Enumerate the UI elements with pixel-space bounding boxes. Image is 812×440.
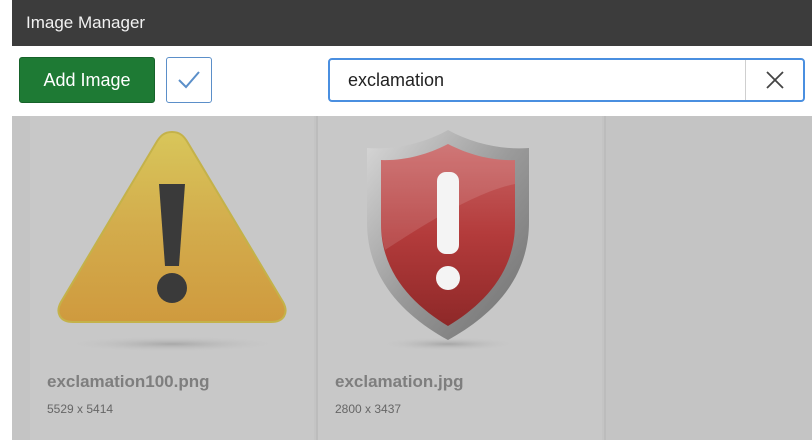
search-input[interactable] bbox=[330, 60, 742, 100]
image-tile[interactable]: exclamation.jpg 2800 x 3437 bbox=[318, 116, 602, 440]
select-toggle-button[interactable] bbox=[166, 57, 212, 103]
add-image-button[interactable]: Add Image bbox=[19, 57, 155, 103]
image-thumbnail bbox=[30, 116, 314, 361]
image-grid: exclamation100.png 5529 x 5414 exclamati… bbox=[12, 116, 812, 440]
search-box bbox=[328, 58, 805, 102]
close-icon bbox=[765, 71, 784, 89]
image-tile[interactable]: exclamation100.png 5529 x 5414 bbox=[30, 116, 314, 440]
image-dimensions: 2800 x 3437 bbox=[335, 402, 402, 416]
tile-divider bbox=[604, 116, 606, 440]
image-dimensions: 5529 x 5414 bbox=[47, 402, 114, 416]
image-filename: exclamation100.png bbox=[47, 372, 210, 391]
shield-alert-icon bbox=[367, 130, 529, 351]
image-thumbnail bbox=[318, 116, 602, 361]
warning-triangle-icon bbox=[57, 130, 287, 352]
window-titlebar: Image Manager bbox=[12, 0, 812, 46]
image-filename: exclamation.jpg bbox=[335, 372, 464, 391]
window-title: Image Manager bbox=[26, 13, 146, 32]
clear-search-button[interactable] bbox=[745, 60, 803, 100]
checkmark-icon bbox=[178, 71, 200, 89]
toolbar: Add Image bbox=[12, 46, 812, 116]
